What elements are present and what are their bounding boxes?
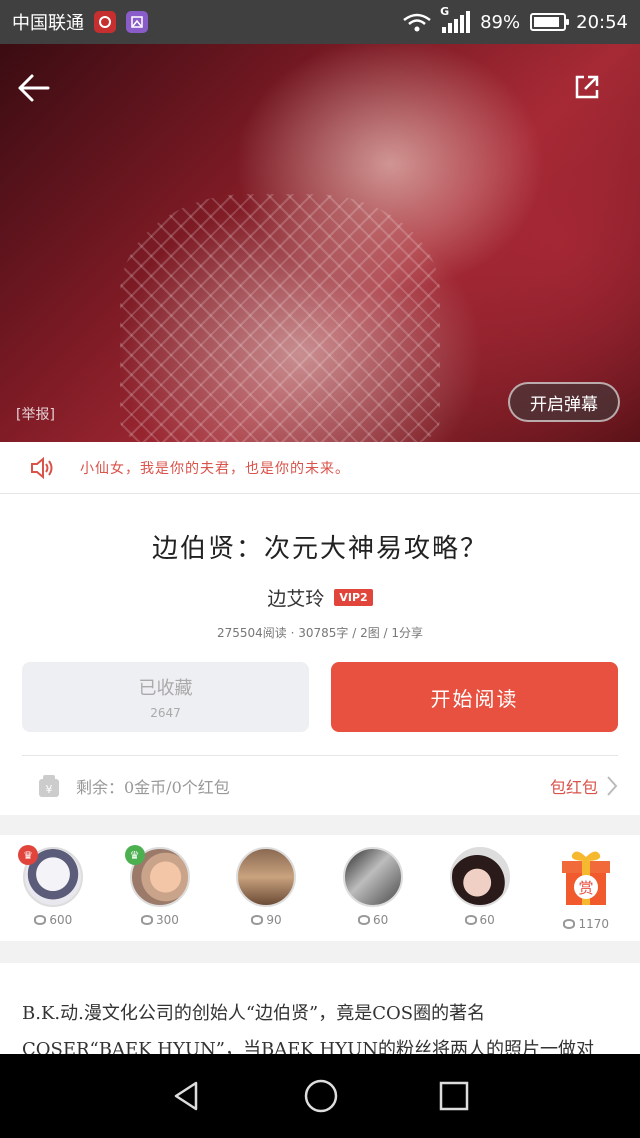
send-redpacket-button[interactable]: 包红包 bbox=[550, 774, 618, 798]
coin-icon bbox=[140, 915, 153, 925]
avatar[interactable] bbox=[236, 847, 297, 907]
clock: 20:54 bbox=[576, 11, 628, 33]
speaker-icon bbox=[31, 456, 53, 479]
supporter-item[interactable]: 赏 1170 bbox=[533, 835, 640, 941]
coin-icon bbox=[563, 919, 576, 929]
supporter-item[interactable]: 60 bbox=[426, 835, 533, 941]
supporters-row: ♛ 600 ♛ 300 90 60 60 赏 1170 bbox=[0, 835, 640, 941]
supporter-item[interactable]: ♛ 300 bbox=[107, 835, 214, 941]
coin-amount: 60 bbox=[372, 913, 389, 927]
favorite-count: 2647 bbox=[150, 706, 181, 720]
back-arrow-icon[interactable] bbox=[14, 68, 54, 108]
gallery-app-icon bbox=[126, 11, 148, 33]
vip-badge: VIP2 bbox=[334, 589, 373, 606]
crown-badge-icon: ♛ bbox=[124, 845, 145, 865]
avatar[interactable] bbox=[343, 847, 404, 907]
system-navigation-bar bbox=[0, 1054, 640, 1138]
coin-amount: 90 bbox=[266, 913, 282, 927]
battery-percent: 89% bbox=[480, 11, 521, 33]
back-triangle-icon[interactable] bbox=[170, 1079, 204, 1113]
avatar[interactable] bbox=[449, 847, 510, 907]
wifi-icon bbox=[403, 13, 431, 32]
svg-text:¥: ¥ bbox=[46, 783, 53, 796]
favorite-label: 已收藏 bbox=[138, 678, 193, 699]
cover-image-pattern bbox=[120, 194, 440, 442]
supporter-item[interactable]: 60 bbox=[320, 835, 427, 941]
excerpt-line: B.K.动.漫文化公司的创始人“边伯贤”，竟是COS圈的著名 bbox=[22, 1003, 486, 1024]
reward-gift-icon[interactable]: 赏 bbox=[558, 847, 614, 911]
section-divider bbox=[0, 815, 640, 835]
carrier-label: 中国联通 bbox=[12, 13, 84, 34]
netease-music-icon bbox=[94, 11, 116, 33]
battery-icon bbox=[530, 13, 570, 31]
wallet-row: ¥ 剩余：0金币/0个红包 包红包 bbox=[22, 755, 618, 815]
recents-square-icon[interactable] bbox=[438, 1080, 470, 1112]
crown-badge-icon: ♛ bbox=[18, 845, 38, 865]
coin-amount: 300 bbox=[155, 913, 179, 927]
coin-icon bbox=[251, 915, 264, 925]
coin-amount: 1170 bbox=[578, 917, 610, 931]
announcement-text: 小仙女，我是你的夫君，也是你的未来。 bbox=[80, 460, 350, 477]
cover-image: [举报] 开启弹幕 bbox=[0, 44, 640, 442]
announcement-bar: 小仙女，我是你的夫君，也是你的未来。 bbox=[0, 442, 640, 494]
network-type-label: G bbox=[440, 5, 450, 18]
article-title: 边伯贤：次元大神易攻略？ bbox=[151, 534, 488, 564]
reward-gift-label: 赏 bbox=[579, 879, 594, 897]
coin-amount: 600 bbox=[49, 913, 73, 927]
status-bar: 中国联通 G 89% 20:54 bbox=[0, 0, 640, 44]
author-row[interactable]: 边艾玲 VIP2 bbox=[0, 584, 640, 611]
report-link[interactable]: [举报] bbox=[16, 404, 55, 424]
start-reading-button[interactable]: 开始阅读 bbox=[331, 662, 618, 732]
supporter-item[interactable]: 90 bbox=[213, 835, 320, 941]
home-circle-icon[interactable] bbox=[303, 1078, 339, 1114]
favorite-button[interactable]: 已收藏 2647 bbox=[22, 662, 309, 732]
coin-icon bbox=[357, 915, 370, 925]
supporter-item[interactable]: ♛ 600 bbox=[0, 835, 107, 941]
chevron-right-icon bbox=[607, 775, 618, 796]
coin-icon bbox=[464, 915, 477, 925]
remaining-balance: 剩余：0金币/0个红包 bbox=[76, 777, 230, 797]
coin-amount: 60 bbox=[479, 913, 495, 927]
signal-icon: G bbox=[440, 5, 471, 33]
coin-icon bbox=[34, 915, 47, 925]
section-divider bbox=[0, 941, 640, 963]
coin-bag-icon: ¥ bbox=[39, 774, 59, 797]
author-name[interactable]: 边艾玲 bbox=[267, 584, 324, 611]
danmaku-toggle-button[interactable]: 开启弹幕 bbox=[508, 382, 620, 422]
redpacket-label: 包红包 bbox=[549, 777, 598, 797]
share-icon[interactable] bbox=[574, 74, 600, 100]
article-stats: 275504阅读 · 30785字 / 2图 / 1分享 bbox=[216, 626, 424, 640]
